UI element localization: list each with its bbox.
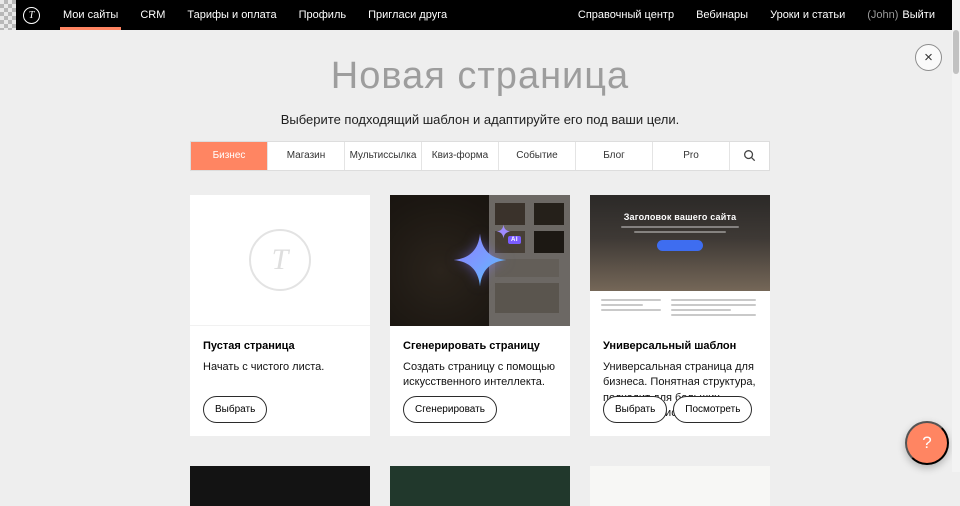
card-universal-template: Заголовок вашего сайта Универсальный шаб…: [590, 195, 770, 436]
card-title: Сгенерировать страницу: [403, 340, 557, 352]
search-icon: [743, 149, 756, 162]
preview-text-section: [590, 291, 770, 326]
user-name: (John): [867, 9, 898, 21]
tab-business[interactable]: Бизнес: [191, 142, 267, 170]
template-cards-grid: T Пустая страница Начать с чистого листа…: [190, 195, 770, 436]
close-button[interactable]: ×: [915, 44, 942, 71]
page-subtitle: Выберите подходящий шаблон и адаптируйте…: [0, 112, 960, 127]
generate-button[interactable]: Сгенерировать: [403, 396, 497, 423]
card-title: Пустая страница: [203, 340, 357, 352]
question-mark-icon: ?: [922, 433, 931, 453]
search-tab[interactable]: [729, 142, 769, 170]
preview-text-line: [634, 231, 726, 233]
help-button[interactable]: ?: [905, 421, 949, 465]
tab-multilink[interactable]: Мультиссылка: [344, 142, 421, 170]
card-generate-page: AI Сгенерировать страницу Создать страни…: [390, 195, 570, 436]
tab-event[interactable]: Событие: [498, 142, 575, 170]
card-description: Создать страницу с помощью искусственног…: [403, 360, 557, 391]
menu-item-webinars[interactable]: Вебинары: [685, 0, 759, 30]
scrollbar-thumb[interactable]: [953, 30, 959, 74]
tilda-logo-icon[interactable]: T: [23, 7, 40, 24]
tilda-mark-letter: T: [272, 243, 289, 277]
card-title: Универсальный шаблон: [603, 340, 757, 352]
tab-label: Магазин: [287, 150, 326, 161]
page-title: Новая страница: [0, 56, 960, 98]
blank-page-preview: T: [190, 195, 370, 326]
preview-hero: Заголовок вашего сайта: [590, 195, 770, 291]
close-icon: ×: [924, 50, 933, 65]
logout-label: Выйти: [902, 9, 935, 21]
menu-item-label: Пригласи друга: [368, 9, 447, 21]
choose-universal-button[interactable]: Выбрать: [603, 396, 667, 423]
logout-item[interactable]: (John) Выйти: [856, 0, 946, 30]
menu-item-label: Справочный центр: [578, 9, 674, 21]
ai-sparkle-icon: [452, 232, 508, 288]
tab-blog[interactable]: Блог: [575, 142, 652, 170]
preview-hero-title: Заголовок вашего сайта: [624, 212, 737, 222]
tab-label: Мультиссылка: [350, 150, 417, 161]
topbar-left-menu: Мои сайты CRM Тарифы и оплата Профиль Пр…: [52, 0, 458, 30]
scrollbar-track[interactable]: [952, 0, 960, 472]
tab-quiz-form[interactable]: Квиз-форма: [421, 142, 498, 170]
menu-item-label: Мои сайты: [63, 9, 118, 21]
tab-label: Событие: [516, 150, 557, 161]
tab-label: Блог: [603, 150, 625, 161]
ai-generate-preview: AI: [390, 195, 570, 326]
tab-label: Квиз-форма: [432, 150, 488, 161]
menu-item-crm[interactable]: CRM: [129, 0, 176, 30]
new-page-modal: × Новая страница Выберите подходящий шаб…: [0, 30, 960, 472]
menu-item-profile[interactable]: Профиль: [288, 0, 358, 30]
preview-text-line: [621, 226, 739, 228]
topbar-right-menu: Справочный центр Вебинары Уроки и статьи…: [567, 0, 960, 30]
universal-template-preview: Заголовок вашего сайта: [590, 195, 770, 326]
menu-item-label: Вебинары: [696, 9, 748, 21]
menu-item-invite-friend[interactable]: Пригласи друга: [357, 0, 458, 30]
menu-item-tariffs[interactable]: Тарифы и оплата: [176, 0, 287, 30]
preview-blue-button: [657, 240, 703, 251]
topbar: T Мои сайты CRM Тарифы и оплата Профиль …: [0, 0, 960, 30]
template-category-tabs: Бизнес Магазин Мультиссылка Квиз-форма С…: [190, 141, 770, 171]
menu-item-lessons[interactable]: Уроки и статьи: [759, 0, 856, 30]
menu-item-label: Уроки и статьи: [770, 9, 845, 21]
tab-store[interactable]: Магазин: [267, 142, 344, 170]
menu-item-label: Профиль: [299, 9, 347, 21]
menu-item-my-sites[interactable]: Мои сайты: [52, 0, 129, 30]
tilda-mark-icon: T: [249, 229, 311, 291]
ai-badge: AI: [508, 236, 521, 244]
tab-pro[interactable]: Pro: [652, 142, 729, 170]
card-description: Начать с чистого листа.: [203, 360, 357, 375]
tab-label: Pro: [683, 150, 699, 161]
menu-item-label: Тарифы и оплата: [187, 9, 276, 21]
tab-label: Бизнес: [213, 150, 246, 161]
choose-blank-button[interactable]: Выбрать: [203, 396, 267, 423]
card-blank-page: T Пустая страница Начать с чистого листа…: [190, 195, 370, 436]
menu-item-label: CRM: [140, 9, 165, 21]
checker-pattern: [0, 0, 16, 30]
menu-item-help-center[interactable]: Справочный центр: [567, 0, 685, 30]
view-universal-button[interactable]: Посмотреть: [673, 396, 752, 423]
